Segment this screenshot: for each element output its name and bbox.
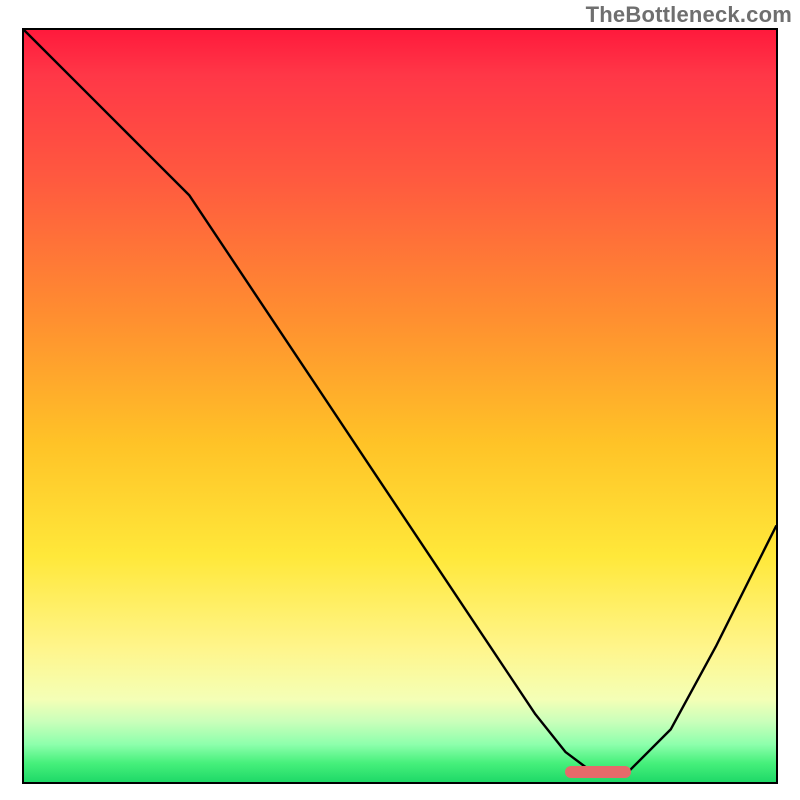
- optimal-range-marker: [565, 766, 631, 778]
- watermark-text: TheBottleneck.com: [586, 2, 792, 28]
- bottleneck-curve: [24, 30, 776, 782]
- plot-frame: [22, 28, 778, 784]
- chart-stage: TheBottleneck.com: [0, 0, 800, 800]
